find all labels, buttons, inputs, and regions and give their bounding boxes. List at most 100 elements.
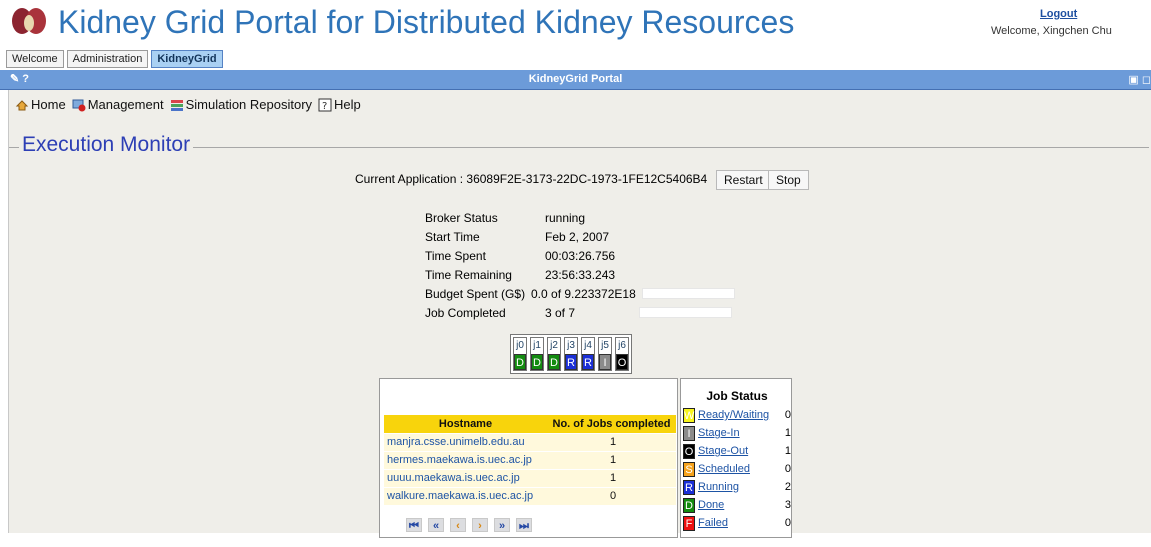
job-state-badge: D: [514, 354, 526, 370]
status-swatch: O: [683, 443, 695, 459]
portal-title-bar: ✎ ? KidneyGrid Portal ▣ ◻: [0, 70, 1151, 90]
app-title: Kidney Grid Portal for Distributed Kidne…: [58, 4, 795, 40]
status-label: Job Completed: [425, 305, 506, 320]
table-row: walkure.maekawa.is.uec.ac.jp 0: [384, 486, 676, 505]
welcome-text: Welcome, Xingchen Chu: [991, 25, 1112, 37]
window-controls-icon[interactable]: ▣ ◻: [1128, 73, 1151, 86]
hostname-cell: walkure.maekawa.is.uec.ac.jp: [384, 486, 548, 505]
status-row: Start Time Feb 2, 2007: [425, 227, 735, 246]
legend-item: F Failed 0: [683, 515, 791, 531]
host-panel: Hostname No. of Jobs completed manjra.cs…: [379, 378, 678, 538]
status-link[interactable]: Stage-In: [698, 427, 779, 439]
portal-title: KidneyGrid Portal: [528, 73, 623, 85]
job-cell[interactable]: j4 R: [581, 337, 595, 371]
status-value: Feb 2, 2007: [545, 229, 610, 244]
status-count: 3: [784, 499, 791, 511]
host-table: Hostname No. of Jobs completed manjra.cs…: [384, 415, 676, 505]
job-state-badge: D: [531, 354, 543, 370]
status-link[interactable]: Ready/Waiting: [698, 409, 779, 421]
next-page-icon[interactable]: ›: [472, 518, 488, 532]
status-label: Broker Status: [425, 210, 498, 225]
legend-item: O Stage-Out 1: [683, 443, 791, 459]
svg-text:?: ?: [322, 101, 327, 112]
job-status-title: Job Status: [706, 389, 768, 403]
legend-item: W Ready/Waiting 0: [683, 407, 791, 423]
status-row: Time Spent 00:03:26.756: [425, 246, 735, 265]
status-value: running: [545, 210, 586, 225]
status-value: 23:56:33.243: [545, 267, 616, 282]
status-swatch: S: [683, 461, 695, 477]
job-cell[interactable]: j1 D: [530, 337, 544, 371]
job-state-badge: R: [565, 354, 577, 370]
table-row: uuuu.maekawa.is.uec.ac.jp 1: [384, 468, 676, 487]
budget-progress-bar: [641, 288, 735, 299]
job-id: j4: [584, 340, 592, 351]
hostname-cell: uuuu.maekawa.is.uec.ac.jp: [384, 468, 548, 487]
job-id: j6: [618, 340, 626, 351]
legend-item: D Done 3: [683, 497, 791, 513]
logout-link[interactable]: Logout: [1040, 8, 1077, 20]
main-content: Home Management Simulation Repository ? …: [8, 90, 1151, 538]
job-cell[interactable]: j5 I: [598, 337, 612, 371]
menu-management[interactable]: Management: [72, 97, 164, 112]
job-id: j0: [516, 340, 524, 351]
menu-home-label: Home: [31, 97, 66, 112]
first-page-icon[interactable]: ⏮: [406, 518, 422, 532]
job-cell[interactable]: j3 R: [564, 337, 578, 371]
hostname-cell: hermes.maekawa.is.uec.ac.jp: [384, 450, 548, 469]
job-state-badge: D: [548, 354, 560, 370]
status-swatch: D: [683, 497, 695, 513]
job-cell[interactable]: j0 D: [513, 337, 527, 371]
tab-welcome[interactable]: Welcome: [6, 50, 64, 68]
jobs-completed-header: No. of Jobs completed: [547, 415, 676, 433]
status-link[interactable]: Running: [698, 481, 779, 493]
status-swatch: F: [683, 515, 695, 531]
stop-button[interactable]: Stop: [768, 170, 809, 190]
job-progress-bar: [639, 307, 733, 318]
status-value: 00:03:26.756: [545, 248, 616, 263]
main-menu: Home Management Simulation Repository ? …: [15, 97, 361, 112]
status-value: 0.0 of 9.223372E18: [531, 286, 636, 301]
status-count: 1: [784, 427, 791, 439]
job-id: j2: [550, 340, 558, 351]
status-link[interactable]: Stage-Out: [698, 445, 779, 457]
job-state-badge: R: [582, 354, 594, 370]
tab-kidneygrid[interactable]: KidneyGrid: [151, 50, 223, 68]
host-pager: ⏮ « ‹ › » ⏭: [406, 518, 532, 532]
status-label: Time Remaining: [425, 267, 512, 282]
tab-administration[interactable]: Administration: [66, 50, 149, 68]
broker-status-table: Broker Status running Start Time Feb 2, …: [425, 208, 735, 322]
fast-forward-icon[interactable]: »: [494, 518, 510, 532]
status-label: Start Time: [425, 229, 480, 244]
fast-back-icon[interactable]: «: [428, 518, 444, 532]
status-count: 2: [784, 481, 791, 493]
menu-help[interactable]: ? Help: [318, 97, 361, 112]
menu-home[interactable]: Home: [15, 97, 66, 112]
jobs-completed-cell: 0: [547, 486, 676, 505]
menu-help-label: Help: [334, 97, 361, 112]
current-application: Current Application : 36089F2E-3173-22DC…: [355, 172, 708, 186]
table-row: hermes.maekawa.is.uec.ac.jp 1: [384, 450, 676, 469]
menu-simulation-repository[interactable]: Simulation Repository: [170, 97, 312, 112]
hostname-cell: manjra.csse.unimelb.edu.au: [384, 432, 548, 451]
status-link[interactable]: Scheduled: [698, 463, 779, 475]
status-label: Budget Spent (G$): [425, 286, 526, 301]
status-link[interactable]: Failed: [698, 517, 779, 529]
status-row: Job Completed 3 of 7: [425, 303, 735, 322]
last-page-icon[interactable]: ⏭: [516, 518, 532, 532]
help-icon: ?: [318, 98, 332, 112]
previous-page-icon[interactable]: ‹: [450, 518, 466, 532]
legend-item: S Scheduled 0: [683, 461, 791, 477]
status-swatch: R: [683, 479, 695, 495]
status-swatch: I: [683, 425, 695, 441]
status-swatch: W: [683, 407, 695, 423]
status-count: 0: [784, 409, 791, 421]
job-id: j1: [533, 340, 541, 351]
job-cell[interactable]: j6 O: [615, 337, 629, 371]
header: Kidney Grid Portal for Distributed Kidne…: [0, 0, 1151, 48]
job-cell[interactable]: j2 D: [547, 337, 561, 371]
status-row: Budget Spent (G$) 0.0 of 9.223372E18: [425, 284, 735, 303]
restart-button[interactable]: Restart: [716, 170, 771, 190]
status-link[interactable]: Done: [698, 499, 779, 511]
home-icon: [15, 98, 29, 112]
